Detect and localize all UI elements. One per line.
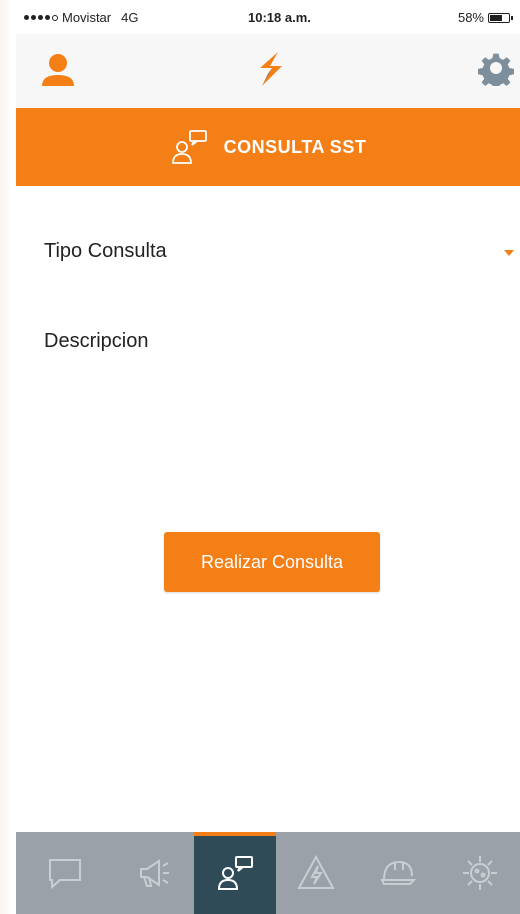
status-left: Movistar 4G [24, 10, 138, 25]
app-screen: Movistar 4G 10:18 a.m. 58% CONSULTA SST … [0, 0, 520, 914]
status-bar: Movistar 4G 10:18 a.m. 58% [16, 0, 520, 34]
edge-shadow [0, 0, 12, 914]
gear-icon[interactable] [478, 50, 514, 86]
bottom-nav [16, 832, 520, 914]
descripcion-field[interactable]: Descripcion [44, 330, 504, 450]
tipo-consulta-label: Tipo Consulta [44, 240, 167, 262]
consult-chat-icon [217, 856, 253, 890]
nav-item-chat[interactable] [16, 832, 114, 914]
status-right: 58% [457, 10, 513, 25]
battery-percent: 58% [457, 10, 484, 25]
virus-gear-icon [463, 856, 497, 890]
status-time: 10:18 a.m. [248, 10, 311, 25]
nav-item-hazards[interactable] [276, 832, 356, 914]
realizar-consulta-button[interactable]: Realizar Consulta [164, 532, 380, 592]
title-banner: CONSULTA SST [16, 108, 520, 186]
battery-level [490, 14, 502, 21]
battery-icon [488, 12, 513, 23]
page-title: CONSULTA SST [223, 136, 367, 157]
descripcion-label: Descripcion [44, 330, 149, 352]
nav-item-safety-equipment[interactable] [356, 832, 440, 914]
tipo-consulta-select[interactable]: Tipo Consulta [44, 240, 514, 274]
consult-chat-icon [171, 130, 207, 164]
signal-strength-icon [24, 14, 58, 21]
nav-item-consulta[interactable] [194, 832, 276, 914]
hard-hat-icon [380, 860, 417, 885]
nav-item-announcements[interactable] [114, 832, 194, 914]
chat-bubble-icon [49, 859, 81, 890]
lightning-logo-icon [260, 52, 282, 86]
megaphone-icon [140, 859, 169, 887]
electric-hazard-icon [297, 854, 335, 889]
carrier-name: Movistar [62, 10, 112, 25]
network-type: 4G [121, 10, 139, 25]
user-icon[interactable] [38, 50, 78, 90]
nav-item-health[interactable] [440, 832, 520, 914]
chevron-down-icon[interactable] [504, 250, 514, 256]
app-header [16, 34, 520, 108]
